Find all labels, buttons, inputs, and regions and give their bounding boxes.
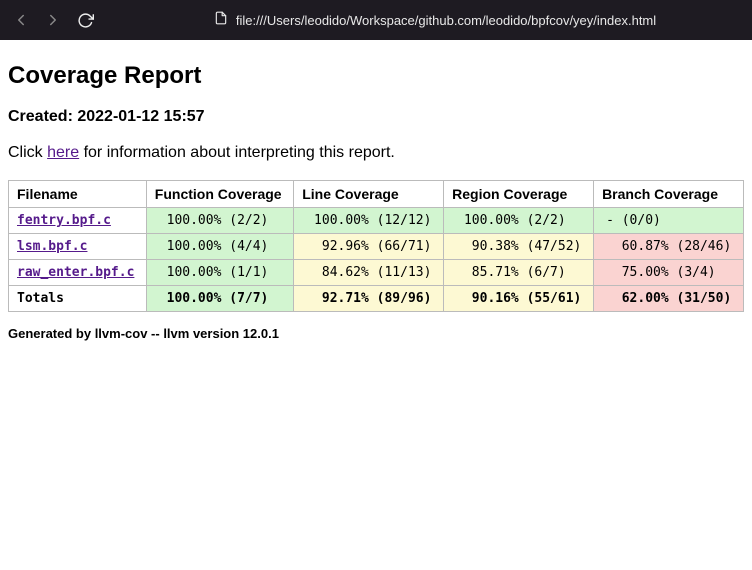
totals-row: Totals 100.00% (7/7) 92.71% (89/96) 90.1…: [9, 286, 744, 312]
branch-coverage-cell: 75.00% (3/4): [594, 260, 744, 286]
col-line-coverage: Line Coverage: [294, 181, 444, 208]
table-row: lsm.bpf.c 100.00% (4/4) 92.96% (66/71) 9…: [9, 234, 744, 260]
filename-cell: lsm.bpf.c: [9, 234, 147, 260]
line-coverage-cell: 84.62% (11/13): [294, 260, 444, 286]
info-link[interactable]: here: [47, 144, 79, 161]
reload-button[interactable]: [76, 11, 94, 29]
func-coverage-cell: 100.00% (1/1): [146, 260, 293, 286]
func-coverage-cell: 100.00% (2/2): [146, 208, 293, 234]
forward-button[interactable]: [44, 11, 62, 29]
region-coverage-cell: 100.00% (2/2): [444, 208, 594, 234]
region-coverage-cell: 85.71% (6/7): [444, 260, 594, 286]
region-coverage-cell: 90.38% (47/52): [444, 234, 594, 260]
filename-cell: raw_enter.bpf.c: [9, 260, 147, 286]
totals-line-cell: 92.71% (89/96): [294, 286, 444, 312]
file-icon: [214, 11, 228, 30]
col-filename: Filename: [9, 181, 147, 208]
filename-link[interactable]: fentry.bpf.c: [17, 213, 111, 228]
totals-branch-cell: 62.00% (31/50): [594, 286, 744, 312]
branch-coverage-cell: - (0/0): [594, 208, 744, 234]
coverage-table: Filename Function Coverage Line Coverage…: [8, 180, 744, 312]
address-bar[interactable]: file:///Users/leodido/Workspace/github.c…: [130, 11, 740, 30]
browser-toolbar: file:///Users/leodido/Workspace/github.c…: [0, 0, 752, 40]
col-branch-coverage: Branch Coverage: [594, 181, 744, 208]
page-content: Coverage Report Created: 2022-01-12 15:5…: [0, 40, 752, 363]
info-line: Click here for information about interpr…: [8, 144, 744, 162]
branch-coverage-cell: 60.87% (28/46): [594, 234, 744, 260]
generator-footer: Generated by llvm-cov -- llvm version 12…: [8, 326, 744, 341]
table-header-row: Filename Function Coverage Line Coverage…: [9, 181, 744, 208]
url-text: file:///Users/leodido/Workspace/github.c…: [236, 13, 656, 28]
filename-link[interactable]: lsm.bpf.c: [17, 239, 87, 254]
totals-region-cell: 90.16% (55/61): [444, 286, 594, 312]
table-row: raw_enter.bpf.c 100.00% (1/1) 84.62% (11…: [9, 260, 744, 286]
filename-link[interactable]: raw_enter.bpf.c: [17, 265, 134, 280]
back-button[interactable]: [12, 11, 30, 29]
totals-func-cell: 100.00% (7/7): [146, 286, 293, 312]
totals-label: Totals: [9, 286, 147, 312]
func-coverage-cell: 100.00% (4/4): [146, 234, 293, 260]
page-title: Coverage Report: [8, 62, 744, 90]
created-timestamp: Created: 2022-01-12 15:57: [8, 108, 744, 126]
info-suffix: for information about interpreting this …: [79, 144, 395, 161]
col-function-coverage: Function Coverage: [146, 181, 293, 208]
filename-cell: fentry.bpf.c: [9, 208, 147, 234]
nav-button-group: [12, 11, 94, 29]
info-prefix: Click: [8, 144, 47, 161]
table-row: fentry.bpf.c 100.00% (2/2) 100.00% (12/1…: [9, 208, 744, 234]
line-coverage-cell: 92.96% (66/71): [294, 234, 444, 260]
line-coverage-cell: 100.00% (12/12): [294, 208, 444, 234]
col-region-coverage: Region Coverage: [444, 181, 594, 208]
